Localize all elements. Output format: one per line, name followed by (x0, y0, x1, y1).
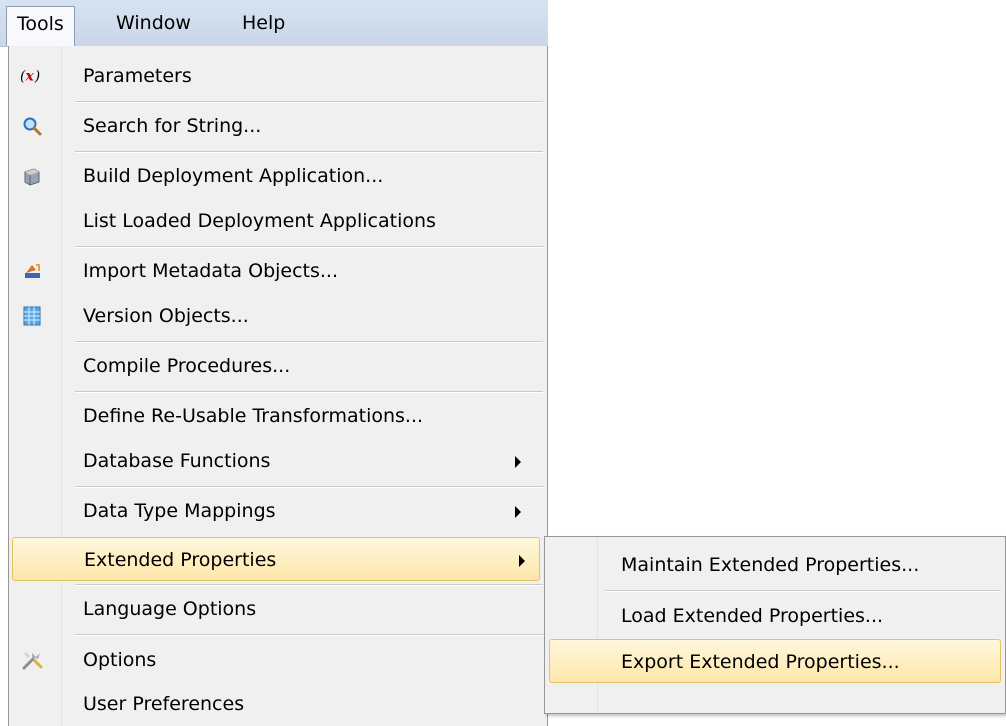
menu-item-parameters[interactable]: ( x ) Parameters (8, 54, 535, 98)
submenu-item-export-extended-properties[interactable]: Export Extended Properties... (549, 639, 1001, 683)
menubar-tools-label: Tools (17, 13, 64, 35)
menu-separator (75, 246, 543, 248)
menu-item-build-deployment-application[interactable]: Build Deployment Application... (8, 154, 535, 198)
menu-item-define-reusable-transformations[interactable]: Define Re-Usable Transformations... (8, 394, 535, 438)
wrench-icon (20, 648, 44, 672)
menu-separator (75, 151, 543, 153)
menu-item-label: Version Objects... (83, 305, 249, 327)
submenu-item-maintain-extended-properties[interactable]: Maintain Extended Properties... (549, 543, 1001, 587)
grid-icon (20, 304, 44, 328)
menu-separator (75, 584, 543, 586)
submenu-arrow-icon (515, 456, 521, 468)
menu-item-data-type-mappings[interactable]: Data Type Mappings (8, 489, 535, 533)
submenu-item-label: Maintain Extended Properties... (621, 554, 920, 576)
menu-item-label: Import Metadata Objects... (83, 260, 339, 282)
menu-item-extended-properties[interactable]: Extended Properties (12, 537, 540, 581)
menu-item-label: Parameters (83, 65, 192, 87)
menu-separator (75, 341, 543, 343)
menu-item-options[interactable]: Options (8, 638, 535, 682)
menu-item-version-objects[interactable]: Version Objects... (8, 294, 535, 338)
menu-item-compile-procedures[interactable]: Compile Procedures... (8, 344, 535, 388)
menubar-tools[interactable]: Tools (6, 6, 75, 46)
submenu-item-load-extended-properties[interactable]: Load Extended Properties... (549, 594, 1001, 638)
menu-item-list-loaded-deployment-applications[interactable]: List Loaded Deployment Applications (8, 199, 535, 243)
menu-item-label: Compile Procedures... (83, 355, 291, 377)
menubar-help[interactable]: Help (232, 6, 295, 40)
menu-item-label: Search for String... (83, 115, 262, 137)
menu-item-label: Language Options (83, 598, 257, 620)
submenu-item-label: Load Extended Properties... (621, 605, 884, 627)
submenu-item-label: Export Extended Properties... (621, 651, 900, 673)
menu-item-label: Define Re-Usable Transformations... (83, 405, 424, 427)
menu-item-user-preferences[interactable]: User Preferences (8, 682, 535, 726)
menu-separator (75, 634, 543, 636)
menu-item-label: User Preferences (83, 693, 245, 715)
menubar-help-label: Help (242, 12, 286, 34)
menu-item-label: Database Functions (83, 450, 271, 472)
menu-item-language-options[interactable]: Language Options (8, 587, 535, 631)
parameters-x-icon: ( x ) (20, 64, 44, 88)
menu-separator (75, 486, 543, 488)
menu-item-import-metadata-objects[interactable]: Import Metadata Objects... (8, 249, 535, 293)
menu-item-search-for-string[interactable]: Search for String... (8, 104, 535, 148)
menu-item-label: List Loaded Deployment Applications (83, 210, 436, 232)
submenu-arrow-icon (515, 506, 521, 518)
svg-text:x: x (25, 69, 35, 85)
extended-properties-submenu: Maintain Extended Properties... Load Ext… (544, 536, 1006, 714)
menu-item-label: Data Type Mappings (83, 500, 276, 522)
submenu-arrow-icon (519, 555, 525, 567)
menubar-window[interactable]: Window (106, 6, 201, 40)
menubar-window-label: Window (116, 12, 191, 34)
menu-bar: Tools Window Help (0, 0, 548, 47)
menu-item-database-functions[interactable]: Database Functions (8, 439, 535, 483)
menu-separator (75, 101, 543, 103)
menu-item-label: Build Deployment Application... (83, 165, 384, 187)
package-icon (20, 164, 44, 188)
magnifier-icon (20, 114, 44, 138)
submenu-separator (605, 590, 1001, 592)
menu-separator (75, 391, 543, 393)
menu-item-label: Options (83, 649, 157, 671)
menu-item-label: Extended Properties (84, 549, 277, 571)
import-icon (20, 259, 44, 283)
svg-text:): ) (34, 69, 40, 85)
